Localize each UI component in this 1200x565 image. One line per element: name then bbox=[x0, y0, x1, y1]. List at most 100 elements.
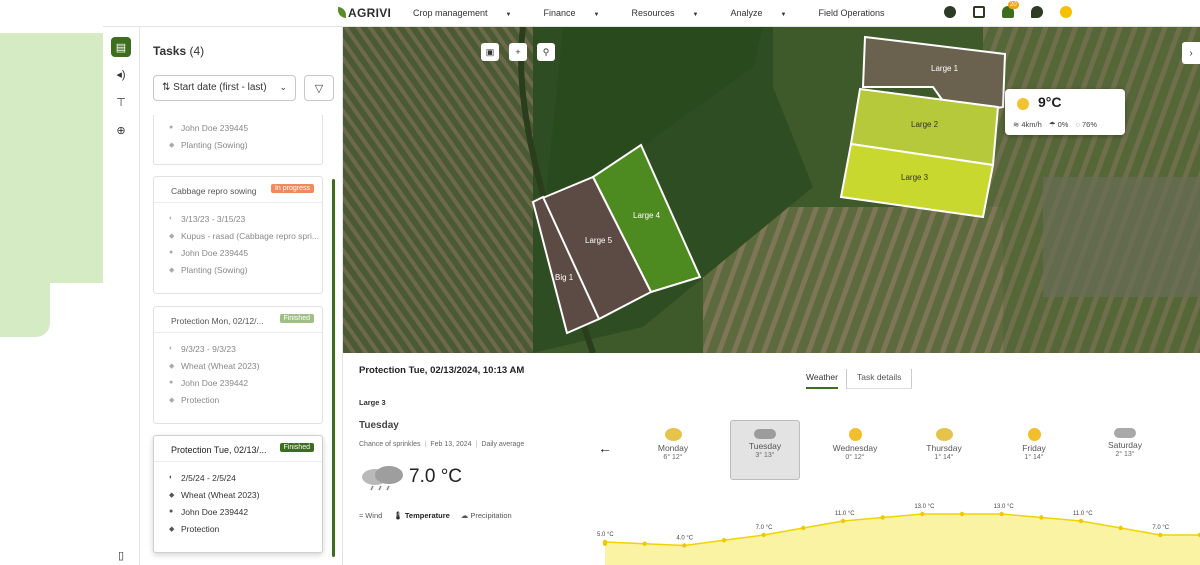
task-name: Protection Tue, 02/13/... bbox=[171, 445, 267, 455]
forecast-day-selected[interactable]: Tuesday 3° 13° bbox=[730, 420, 800, 480]
weather-popup: 9°C ≋ 4km/h ☂ 0% ◌ 76% bbox=[1005, 89, 1125, 135]
detail-tabs: Weather Task details bbox=[806, 369, 924, 389]
chart-data-label: 13.0 °C bbox=[914, 504, 935, 510]
tag-icon: ◆ bbox=[169, 141, 175, 149]
menu-crop-management[interactable]: Crop management ▼ bbox=[413, 8, 528, 18]
forecast-day[interactable]: Monday 6° 12° bbox=[638, 420, 708, 480]
bell-icon[interactable]: 20 bbox=[1002, 1, 1019, 18]
tag-icon: ◆ bbox=[169, 491, 175, 499]
menu-field-operations[interactable]: Field Operations bbox=[818, 8, 884, 18]
field-label: Large 4 bbox=[633, 211, 661, 220]
chart-point bbox=[880, 515, 885, 520]
zoom-search-icon[interactable]: ⊕ bbox=[111, 120, 131, 140]
status-badge: Finished bbox=[279, 314, 314, 323]
status-badge: Finished bbox=[279, 443, 314, 452]
wind-stat: ≋ 4km/h bbox=[1013, 120, 1042, 129]
chart-data-label: 7.0 °C bbox=[1152, 525, 1169, 531]
chart-point bbox=[840, 518, 846, 524]
date-icon: ◐ bbox=[169, 345, 174, 352]
chart-point bbox=[801, 525, 806, 531]
user-icon: ● bbox=[169, 379, 174, 386]
chart-point bbox=[761, 532, 766, 538]
chart-data-label: 5.0 °C bbox=[597, 532, 614, 538]
task-name: Cabbage repro sowing bbox=[171, 186, 257, 196]
cloud-rain-icon bbox=[754, 429, 776, 439]
partly-sunny-icon bbox=[1017, 98, 1029, 110]
chart-area bbox=[605, 514, 1200, 565]
top-navbar: AGRIVI Crop management ▼ Finance ▼ Resourc… bbox=[103, 0, 1200, 27]
field-name: Large 3 bbox=[359, 398, 386, 407]
menu-resources[interactable]: Resources ▼ bbox=[631, 8, 714, 18]
chart-point bbox=[999, 511, 1004, 517]
help-icon[interactable] bbox=[944, 6, 956, 18]
forecast-day[interactable]: Saturday 2° 13° bbox=[1090, 420, 1160, 480]
chart-point bbox=[1158, 532, 1163, 538]
field-label: Large 2 bbox=[911, 120, 939, 129]
task-card[interactable]: Protection Mon, 02/12/... Finished ◐ 9/3/2… bbox=[153, 306, 323, 424]
task-card[interactable]: Cabbage repro sowing In progress ◐ 3/13/23… bbox=[153, 176, 323, 294]
collapse-panel-icon[interactable]: ▯ bbox=[111, 545, 131, 565]
tab-task-details[interactable]: Task details bbox=[845, 369, 913, 389]
chart-point bbox=[682, 543, 687, 548]
forecast-day[interactable]: Thursday 1° 14° bbox=[909, 420, 979, 480]
tag-icon: ◆ bbox=[169, 266, 175, 274]
filter-button[interactable]: ▽ bbox=[304, 75, 334, 101]
satellite-map[interactable]: Large 1 Large 2 Large 3 Large 4 Large 5 … bbox=[343, 27, 1200, 353]
forecast-day[interactable]: Wednesday 0° 12° bbox=[820, 420, 890, 480]
chat-icon[interactable] bbox=[1031, 6, 1043, 18]
map-next-button[interactable]: › bbox=[1182, 42, 1200, 64]
search-map-button[interactable]: ⚲ bbox=[537, 43, 555, 61]
task-card-selected[interactable]: Protection Tue, 02/13/... Finished ◐ 2/5/2… bbox=[153, 435, 323, 553]
tag-icon: ◆ bbox=[169, 232, 175, 240]
tasks-icon[interactable]: ▤ bbox=[111, 37, 131, 57]
chart-point bbox=[1039, 515, 1044, 520]
sprayer-icon[interactable]: ⊤ bbox=[111, 92, 131, 112]
chart-point bbox=[721, 538, 727, 543]
menu-analyze[interactable]: Analyze ▼ bbox=[730, 8, 802, 18]
user-menu-icon[interactable] bbox=[1060, 6, 1072, 18]
zoom-in-button[interactable]: + bbox=[509, 43, 527, 61]
chart-data-label: 11.0 °C bbox=[835, 511, 855, 517]
task-name: Protection Mon, 02/12/... bbox=[171, 316, 264, 326]
user-icon: ● bbox=[169, 508, 174, 515]
tag-icon: ◆ bbox=[169, 396, 175, 404]
chart-data-label: 4.0 °C bbox=[676, 536, 693, 542]
tasks-panel: Tasks (4) ⇅ Start date (first - last) ⌄ ▽… bbox=[141, 27, 343, 565]
field-label: Large 1 bbox=[931, 64, 959, 73]
chart-point bbox=[959, 511, 965, 517]
field-label: Large 3 bbox=[901, 173, 929, 182]
cloud-rain-icon bbox=[359, 463, 407, 491]
chart-point bbox=[1118, 525, 1123, 531]
tag-icon: ◆ bbox=[169, 525, 175, 533]
date-icon: ◐ bbox=[169, 215, 174, 222]
status-badge: In progress bbox=[270, 184, 314, 193]
field-label: Large 5 bbox=[585, 236, 613, 245]
chart-data-label: 7.0 °C bbox=[756, 525, 773, 531]
task-card[interactable]: ● John Doe 239445 ◆ Planting (Sowing) bbox=[153, 115, 323, 165]
sun-icon bbox=[848, 428, 862, 441]
back-arrow-icon[interactable]: ← bbox=[598, 440, 612, 456]
agrivi-logo[interactable]: AGRIVI bbox=[338, 6, 391, 20]
speaker-icon[interactable]: ◂) bbox=[111, 64, 131, 84]
notification-badge: 20 bbox=[1008, 1, 1019, 9]
user-icon: ● bbox=[169, 249, 174, 256]
forecast-day[interactable]: Friday 1° 14° bbox=[999, 420, 1069, 480]
temperature-chart: 5.0 °C 4.0 °C 7.0 °C 11.0 °C 13.0 °C 13.0 °C 1… bbox=[597, 504, 1200, 565]
sun-icon bbox=[1027, 428, 1041, 441]
map-canvas[interactable]: Large 1 Large 2 Large 3 Large 4 Large 5 … bbox=[343, 27, 1200, 353]
sort-select[interactable]: ⇅ Start date (first - last) ⌄ bbox=[153, 75, 296, 101]
tab-weather[interactable]: Weather bbox=[806, 369, 838, 389]
calendar-icon[interactable] bbox=[973, 6, 985, 18]
main-menu: Crop management ▼ Finance ▼ Resources ▼ Ana… bbox=[413, 8, 901, 18]
chart-data-label: 11.0 °C bbox=[1073, 511, 1093, 517]
task-detail-title: Protection Tue, 02/13/2024, 10:13 AM bbox=[359, 365, 525, 376]
layers-button[interactable]: ▣ bbox=[481, 43, 499, 61]
menu-finance[interactable]: Finance ▼ bbox=[544, 8, 616, 18]
tasks-title: Tasks (4) bbox=[153, 44, 205, 58]
partly-sunny-icon bbox=[935, 428, 953, 441]
cloud-icon bbox=[1114, 428, 1136, 438]
tasks-scrollbar[interactable] bbox=[332, 179, 335, 557]
user-icon: ● bbox=[169, 124, 174, 131]
chart-data-label: 13.0 °C bbox=[994, 504, 1015, 510]
date-icon: ◐ bbox=[169, 474, 174, 481]
